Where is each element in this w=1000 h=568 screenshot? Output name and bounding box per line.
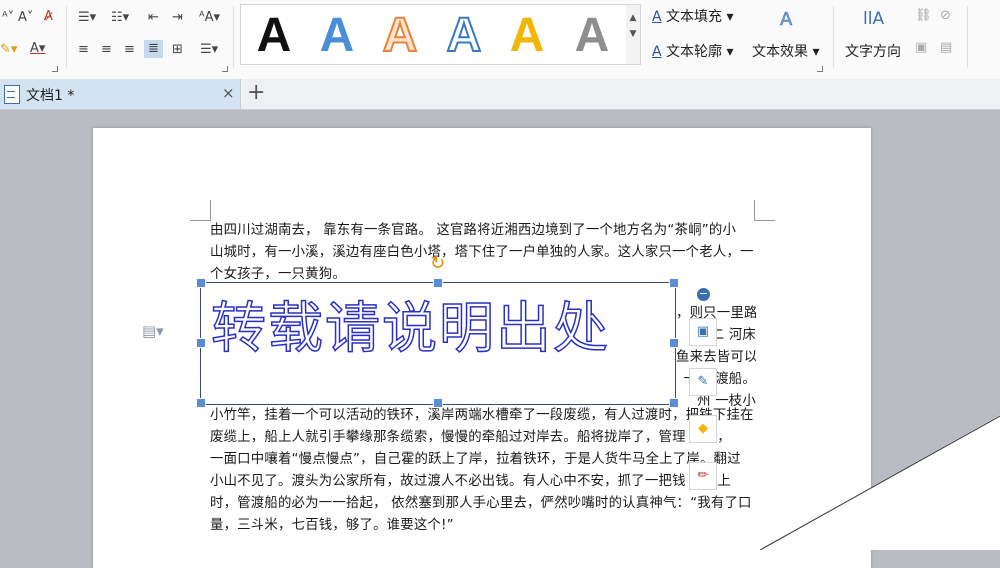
body-line: 小山不见了。渡头为公家所有，故过渡人不必出钱。有人心中不安，抓了一把钱 船板上 bbox=[210, 474, 731, 489]
gallery-up-icon[interactable]: ▲ bbox=[626, 13, 640, 23]
resize-handle-s[interactable] bbox=[433, 398, 443, 408]
tab-document1[interactable]: 文档1 * × bbox=[0, 79, 241, 109]
resize-handle-n[interactable] bbox=[433, 278, 443, 288]
font-color-icon[interactable]: A▾ bbox=[30, 41, 45, 57]
resize-handle-e[interactable] bbox=[669, 338, 679, 348]
document-icon bbox=[4, 85, 20, 104]
outline-pen-icon[interactable]: ✏ bbox=[689, 462, 717, 490]
body-line: 一面口中嚷着“慢点慢点”，自己霍的跃上了岸，拉着铁环，于是人货牛马全上了岸。翻过 bbox=[210, 452, 741, 467]
numbered-list-icon[interactable]: ☷▾ bbox=[111, 10, 129, 26]
ribbon-divider bbox=[66, 6, 67, 68]
distribute-icon[interactable]: ⊞ bbox=[172, 42, 183, 58]
font-size-decrease-icon[interactable]: ᴬ˅ bbox=[2, 10, 14, 26]
text-fill-label: 文本填充 bbox=[666, 9, 723, 25]
wordart-style-blue[interactable]: A bbox=[307, 8, 367, 64]
body-line: 山城时，有一小溪，溪边有座白色小塔，塔下住了一户单独的人家。这人家只一个老人，一 bbox=[210, 245, 754, 260]
margin-mark-top-right bbox=[754, 200, 775, 221]
align-center-icon[interactable]: ≡ bbox=[101, 42, 112, 58]
decrease-indent-icon[interactable]: ⇤ bbox=[148, 10, 159, 26]
font-dialog-launcher[interactable] bbox=[52, 66, 58, 72]
paragraph-dialog-launcher[interactable] bbox=[222, 66, 228, 72]
ribbon-divider bbox=[233, 6, 234, 68]
document-page[interactable]: 由四川过湖南去， 靠东有一条官路。 这官路将近湘西边境到了一个地方名为“茶峒”的… bbox=[93, 128, 871, 568]
new-tab-button[interactable]: + bbox=[247, 80, 265, 106]
font-enlarge-icon[interactable]: ᴬA▾ bbox=[199, 10, 220, 26]
resize-handle-w[interactable] bbox=[196, 338, 206, 348]
text-outline-button[interactable]: A 文本轮廓 ▾ bbox=[652, 43, 734, 61]
align-text-icon[interactable]: ▣ bbox=[915, 40, 927, 56]
bullet-list-icon[interactable]: ☰▾ bbox=[78, 10, 96, 26]
body-line: 量，三斗米，七百钱，够了。谁要这个!” bbox=[210, 518, 454, 533]
close-tab-icon[interactable]: × bbox=[222, 84, 235, 102]
justify-icon[interactable]: ≣ bbox=[144, 40, 163, 58]
tab-label: 文档1 * bbox=[26, 88, 75, 104]
text-fill-button[interactable]: A 文本填充 ▾ bbox=[652, 8, 734, 26]
align-right-icon[interactable]: ≡ bbox=[124, 42, 135, 58]
resize-handle-sw[interactable] bbox=[196, 398, 206, 408]
link-icon[interactable]: ⛓ bbox=[915, 8, 932, 24]
ribbon-divider bbox=[833, 6, 834, 68]
gallery-scroll[interactable]: ▲ ▼ bbox=[626, 4, 641, 65]
wordart-style-black[interactable]: A bbox=[244, 8, 304, 64]
paragraph-layout-icon[interactable]: ▤▾ bbox=[142, 322, 164, 340]
layout-options-icon[interactable]: ▣ bbox=[689, 318, 717, 346]
text-fill-icon: A bbox=[652, 9, 662, 25]
edit-shape-icon[interactable]: ✎ bbox=[689, 368, 717, 396]
resize-handle-nw[interactable] bbox=[196, 278, 206, 288]
line-spacing-icon[interactable]: ☰▾ bbox=[200, 42, 218, 58]
text-direction-icon[interactable]: llA bbox=[863, 11, 884, 28]
wordart-style-orange-outline[interactable]: A bbox=[370, 8, 430, 64]
wordart-style-gallery: A A A A A A bbox=[240, 4, 628, 65]
ribbon: ᴬ˅ A˅ A̷ ☰▾ ☷▾ ⇤ ⇥ ᴬA▾ ✎▾ A▾ ≡ ≡ ≡ ≣ ⊞ ☰… bbox=[0, 0, 1000, 80]
wordart-textbox[interactable]: 转载请说明出处 bbox=[200, 282, 676, 405]
unlink-icon[interactable]: ⊘ bbox=[940, 8, 951, 24]
wordart-style-gold[interactable]: A bbox=[497, 8, 557, 64]
increase-indent-icon[interactable]: ⇥ bbox=[172, 10, 183, 26]
wordart-style-gray[interactable]: A bbox=[562, 8, 622, 64]
margin-icon[interactable]: ▤ bbox=[940, 40, 952, 56]
text-dialog-launcher[interactable] bbox=[817, 66, 823, 72]
document-tab-strip: 文档1 * × + bbox=[0, 79, 1000, 110]
body-line: 废缆上，船上人就引手攀缘那条缆索，慢慢的牵船过对岸去。船将拢岸了，管理 船的， bbox=[210, 430, 731, 445]
collapse-toolbar-icon[interactable]: − bbox=[697, 288, 710, 301]
text-effect-label: 文本效果 bbox=[752, 44, 808, 60]
text-effect-icon[interactable]: A bbox=[780, 10, 793, 29]
gallery-more-icon[interactable]: ▼ bbox=[626, 29, 640, 39]
wordart-text[interactable]: 转载请说明出处 bbox=[210, 293, 610, 363]
text-outline-icon: A bbox=[652, 44, 662, 60]
body-line: 时，管渡船的必为一一拾起， 依然塞到那人手心里去，俨然吵嘴时的认真神气：“我有了… bbox=[210, 496, 752, 511]
align-left-icon[interactable]: ≡ bbox=[78, 42, 89, 58]
resize-handle-se[interactable] bbox=[669, 398, 679, 408]
font-size-small-icon[interactable]: A˅ bbox=[18, 10, 33, 26]
clear-format-icon[interactable]: A̷ bbox=[44, 9, 53, 25]
body-line: 小竹竿，挂着一个可以活动的铁环，溪岸两端水槽牵了一段废缆，有人过渡时，把铁下挂在 bbox=[210, 408, 754, 423]
resize-handle-ne[interactable] bbox=[669, 278, 679, 288]
body-fragment: 鱼来去皆可以 bbox=[676, 350, 756, 365]
ribbon-divider bbox=[967, 6, 968, 68]
body-line: 由四川过湖南去， 靠东有一条官路。 这官路将近湘西边境到了一个地方名为“茶峒”的… bbox=[210, 223, 737, 238]
rotate-handle-icon[interactable]: ↻ bbox=[430, 255, 445, 273]
wordart-style-blue-outline[interactable]: A bbox=[434, 8, 494, 64]
text-outline-label: 文本轮廓 bbox=[666, 44, 723, 60]
margin-mark-top-left bbox=[190, 200, 211, 221]
highlight-icon[interactable]: ✎▾ bbox=[0, 42, 17, 58]
text-direction-button[interactable]: 文字方向 bbox=[845, 43, 901, 61]
fill-bucket-icon[interactable]: ◆ bbox=[689, 415, 717, 443]
text-effect-button[interactable]: 文本效果 ▾ bbox=[752, 43, 819, 61]
